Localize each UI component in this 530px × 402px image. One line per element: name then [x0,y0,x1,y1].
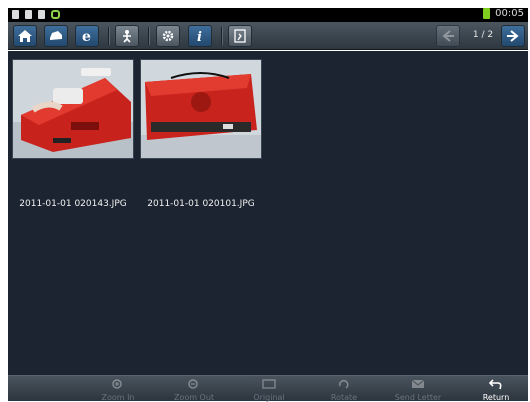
zoom-in-button[interactable]: Zoom In [82,376,154,402]
home-button[interactable] [13,25,37,47]
clock: 00:05 [495,8,524,19]
settings-button[interactable] [156,25,180,47]
return-icon [488,379,502,390]
rotate-button[interactable]: Rotate [308,376,380,402]
person-button[interactable] [115,25,139,47]
gear-icon [162,30,174,42]
toolbar-divider [221,27,222,45]
status-right: 00:05 [483,8,524,19]
toolbar-divider [148,27,149,45]
photo-red-device-icon [13,60,133,158]
arrow-left-icon [442,30,454,42]
screen: 00:05 e i 1 / 2 2011-01-01 020143.JPG 20… [0,0,530,402]
lock-icon [38,10,45,19]
zoom-in-icon [112,379,122,389]
zoom-out-button[interactable]: Zoom Out [158,376,230,402]
original-button[interactable]: Original [233,376,305,402]
photo-red-case-icon [141,60,261,158]
toolbar: e i 1 / 2 [8,22,528,50]
rotate-icon [339,379,349,389]
image-filename-2: 2011-01-01 020101.JPG [147,199,255,209]
browser-button[interactable]: e [75,25,99,47]
car-button[interactable] [44,25,68,47]
send-letter-button[interactable]: Send Letter [382,376,454,402]
battery-icon [483,8,491,19]
browser-icon: e [82,29,91,43]
exit-icon [234,29,246,43]
status-bar: 00:05 [8,8,528,22]
svg-text:i: i [197,30,202,43]
exit-button[interactable] [228,25,252,47]
person-icon [123,30,131,43]
car-icon [50,31,62,40]
page-indicator: 1 / 2 [472,30,494,40]
zoom-out-icon [188,379,198,389]
arrow-right-icon [507,30,519,42]
image-gallery: 2011-01-01 020143.JPG 2011-01-01 020101.… [8,51,528,375]
next-page-button[interactable] [501,25,525,47]
send-letter-icon [411,379,425,388]
return-button[interactable]: Return [460,376,530,402]
previous-page-button[interactable] [436,25,460,47]
image-thumbnail-1[interactable] [12,59,134,159]
image-filename-1: 2011-01-01 020143.JPG [19,199,127,209]
info-button[interactable]: i [188,25,212,47]
home-icon [18,30,32,42]
sd-card-icon [25,10,32,19]
settings-icon [12,10,19,19]
status-icons [12,10,60,19]
android-icon [51,10,60,19]
svg-text:e: e [82,29,91,43]
toolbar-divider [108,27,109,45]
bottom-action-bar: Zoom In Zoom Out Original Rotate Send Le… [8,375,530,402]
original-icon [262,379,276,389]
image-thumbnail-2[interactable] [140,59,262,159]
info-icon: i [197,30,202,43]
